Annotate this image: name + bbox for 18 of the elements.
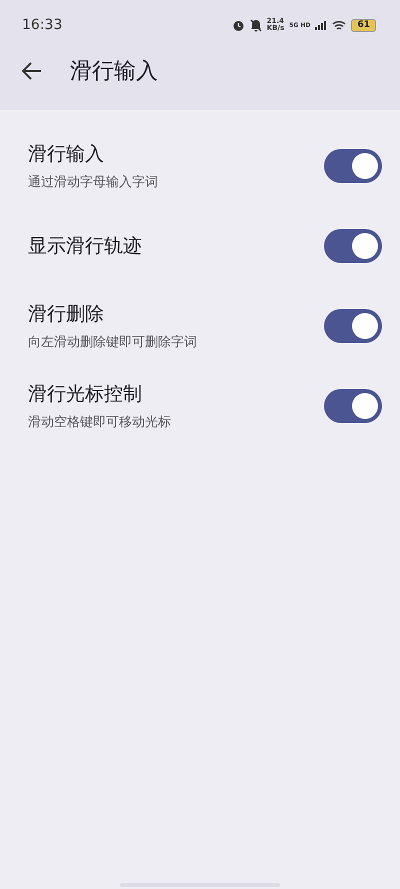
setting-title: 显示滑行轨迹 bbox=[28, 234, 142, 259]
toggle-switch[interactable] bbox=[324, 309, 382, 343]
status-time: 16:33 bbox=[22, 17, 62, 33]
setting-title: 滑行删除 bbox=[28, 302, 105, 327]
toggle-switch[interactable] bbox=[324, 389, 382, 423]
setting-description: 滑动空格键即可移动光标 bbox=[28, 414, 171, 431]
toggle-switch[interactable] bbox=[324, 149, 382, 183]
battery-level: 61 bbox=[351, 18, 376, 32]
setting-description: 向左滑动删除键即可删除字词 bbox=[28, 334, 197, 351]
setting-description: 通过滑动字母输入字词 bbox=[28, 174, 158, 191]
toggle-switch[interactable] bbox=[324, 229, 382, 263]
bell-off-icon bbox=[250, 18, 262, 32]
setting-title: 滑行输入 bbox=[28, 142, 105, 167]
alarm-icon bbox=[232, 18, 245, 32]
setting-title: 滑行光标控制 bbox=[28, 382, 143, 407]
wifi-icon bbox=[332, 20, 346, 30]
signal-icon bbox=[315, 20, 328, 30]
page-title: 滑行输入 bbox=[70, 58, 158, 86]
